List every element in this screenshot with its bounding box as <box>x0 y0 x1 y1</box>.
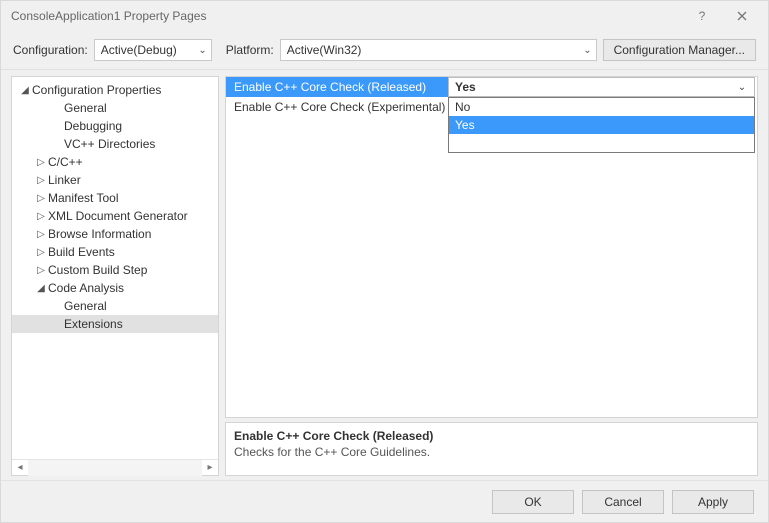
property-grid: Enable C++ Core Check (Released)Yes⌄Enab… <box>225 76 758 418</box>
tree-item-label: VC++ Directories <box>64 137 214 151</box>
property-value-combo[interactable]: Yes⌄ <box>448 77 755 97</box>
dropdown-option[interactable]: Yes <box>449 116 754 134</box>
help-button[interactable]: ? <box>682 2 722 30</box>
tree-item[interactable]: ▷Manifest Tool <box>12 189 218 207</box>
platform-combo[interactable]: Active(Win32) ⌄ <box>280 39 597 61</box>
close-icon <box>737 11 747 21</box>
configuration-label: Configuration: <box>13 43 88 57</box>
description-panel: Enable C++ Core Check (Released) Checks … <box>225 422 758 476</box>
tree-item-label: Custom Build Step <box>48 263 214 277</box>
description-title: Enable C++ Core Check (Released) <box>234 429 749 443</box>
scroll-right-button[interactable]: ▸ <box>202 462 218 473</box>
tree-item-label: General <box>64 101 214 115</box>
nav-tree[interactable]: ◢Configuration Properties▷General▷Debugg… <box>12 77 218 459</box>
configuration-value: Active(Debug) <box>101 43 195 57</box>
tree-item[interactable]: ▷Custom Build Step <box>12 261 218 279</box>
dropdown-option[interactable]: No <box>449 98 754 116</box>
property-name-cell[interactable]: Enable C++ Core Check (Released) <box>226 77 448 97</box>
caret-right-icon: ▷ <box>34 211 48 222</box>
tree-item[interactable]: ▷General <box>12 297 218 315</box>
scroll-track[interactable] <box>28 460 202 476</box>
tree-item[interactable]: ▷Debugging <box>12 117 218 135</box>
tree-item-label: General <box>64 299 214 313</box>
tree-item[interactable]: ▷VC++ Directories <box>12 135 218 153</box>
tree-item[interactable]: ▷C/C++ <box>12 153 218 171</box>
ok-button[interactable]: OK <box>492 490 574 514</box>
chevron-down-icon: ⌄ <box>579 45 591 56</box>
tree-root[interactable]: ◢Configuration Properties <box>12 81 218 99</box>
property-value-dropdown[interactable]: NoYes <box>448 97 755 153</box>
caret-down-icon: ◢ <box>18 85 32 96</box>
caret-right-icon: ▷ <box>34 265 48 276</box>
tree-item-label: Build Events <box>48 245 214 259</box>
dialog-body: ◢Configuration Properties▷General▷Debugg… <box>1 70 768 480</box>
tree-item[interactable]: ▷Extensions <box>12 315 218 333</box>
tree-item[interactable]: ▷Linker <box>12 171 218 189</box>
tree-item-label: Browse Information <box>48 227 214 241</box>
tree-item-label: Manifest Tool <box>48 191 214 205</box>
tree-item[interactable]: ◢Code Analysis <box>12 279 218 297</box>
tree-item-label: Linker <box>48 173 214 187</box>
scroll-left-button[interactable]: ◂ <box>12 462 28 473</box>
property-pages-dialog: ConsoleApplication1 Property Pages ? Con… <box>0 0 769 523</box>
property-name-cell[interactable]: Enable C++ Core Check (Experimental) <box>226 97 448 117</box>
configuration-combo[interactable]: Active(Debug) ⌄ <box>94 39 212 61</box>
tree-item-label: Debugging <box>64 119 214 133</box>
dropdown-option-blank <box>449 134 754 152</box>
cancel-button[interactable]: Cancel <box>582 490 664 514</box>
nav-tree-panel: ◢Configuration Properties▷General▷Debugg… <box>11 76 219 476</box>
config-toolbar: Configuration: Active(Debug) ⌄ Platform:… <box>1 31 768 70</box>
tree-item[interactable]: ▷Build Events <box>12 243 218 261</box>
platform-label: Platform: <box>226 43 274 57</box>
tree-item[interactable]: ▷Browse Information <box>12 225 218 243</box>
property-content: Enable C++ Core Check (Released)Yes⌄Enab… <box>225 76 758 476</box>
caret-down-icon: ◢ <box>34 283 48 294</box>
tree-item-label: Extensions <box>64 317 214 331</box>
platform-value: Active(Win32) <box>287 43 579 57</box>
property-value-text: Yes <box>455 80 734 94</box>
tree-item-label: XML Document Generator <box>48 209 214 223</box>
apply-button[interactable]: Apply <box>672 490 754 514</box>
tree-horizontal-scrollbar[interactable]: ◂ ▸ <box>12 459 218 475</box>
close-button[interactable] <box>722 2 762 30</box>
tree-item-label: Code Analysis <box>48 281 214 295</box>
window-title: ConsoleApplication1 Property Pages <box>11 9 682 23</box>
description-text: Checks for the C++ Core Guidelines. <box>234 445 749 459</box>
chevron-down-icon: ⌄ <box>734 82 750 93</box>
caret-right-icon: ▷ <box>34 247 48 258</box>
tree-item[interactable]: ▷XML Document Generator <box>12 207 218 225</box>
titlebar: ConsoleApplication1 Property Pages ? <box>1 1 768 31</box>
chevron-down-icon: ⌄ <box>194 45 206 56</box>
tree-item[interactable]: ▷General <box>12 99 218 117</box>
caret-right-icon: ▷ <box>34 175 48 186</box>
configuration-manager-button[interactable]: Configuration Manager... <box>603 39 756 61</box>
tree-item-label: C/C++ <box>48 155 214 169</box>
caret-right-icon: ▷ <box>34 229 48 240</box>
dialog-footer: OK Cancel Apply <box>1 480 768 522</box>
caret-right-icon: ▷ <box>34 193 48 204</box>
caret-right-icon: ▷ <box>34 157 48 168</box>
